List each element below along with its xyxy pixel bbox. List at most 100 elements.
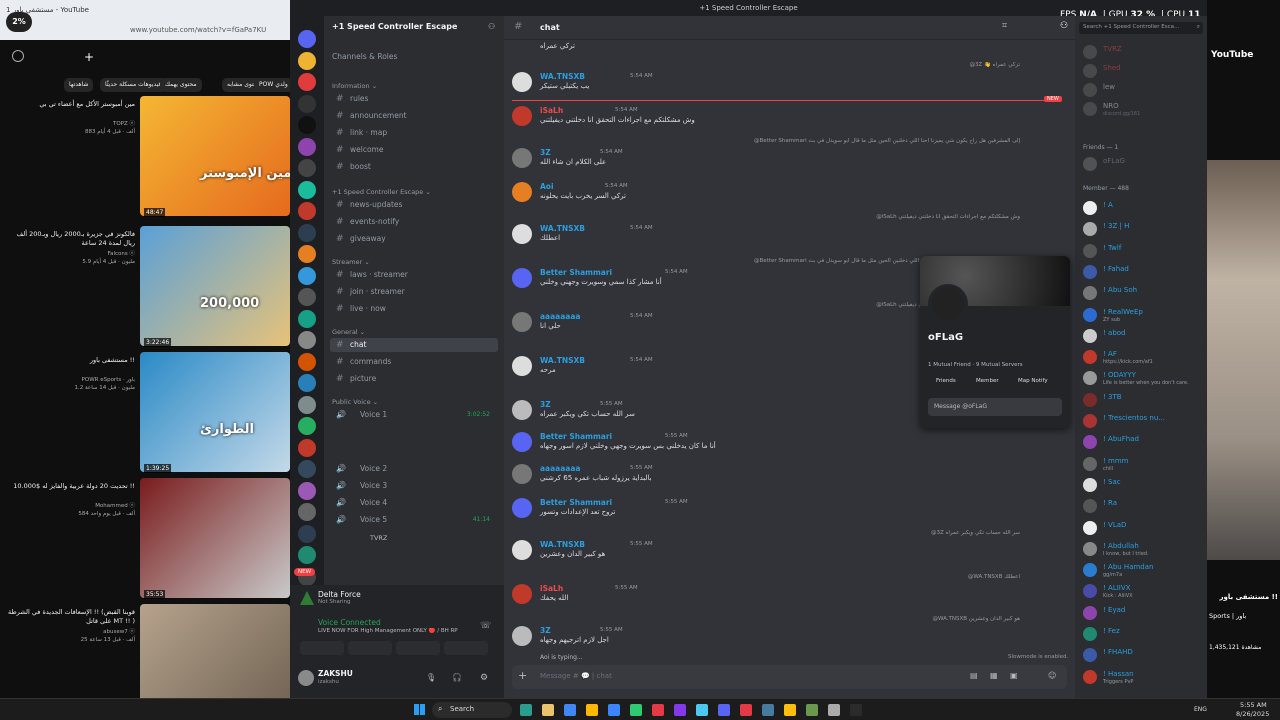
member-item[interactable]: ! Fez — [1083, 626, 1203, 644]
video-title[interactable]: تحديت 20 دولة عربية والفايز له $10.000 !… — [5, 482, 135, 491]
message-author[interactable]: WA.TNSXB — [540, 224, 585, 233]
video-thumbnail[interactable]: الطوارئ — [140, 352, 290, 472]
mic-icon[interactable]: 🎙 — [426, 673, 436, 682]
member-item[interactable]: ! Sac — [1083, 477, 1203, 495]
channel-picture[interactable]: # picture — [330, 372, 498, 386]
taskbar-app-icon[interactable] — [828, 704, 840, 716]
voice-connected-label[interactable]: Voice Connected — [318, 618, 381, 627]
user-avatar[interactable] — [512, 312, 532, 332]
channel-laws-streamer[interactable]: # laws · streamer — [330, 268, 498, 282]
yt-create-icon[interactable]: + — [84, 50, 94, 64]
member-item[interactable]: ! AbuFhad — [1083, 434, 1203, 452]
user-avatar[interactable] — [512, 584, 532, 604]
server-icon[interactable] — [298, 438, 316, 457]
video-thumbnail[interactable]: 200,000 — [140, 226, 290, 346]
channel-news-updates[interactable]: # news-updates — [330, 198, 498, 212]
channel-join-streamer[interactable]: # join · streamer — [330, 285, 498, 299]
member-item[interactable]: ! A — [1083, 200, 1203, 218]
member-item[interactable]: ! Abu Soh — [1083, 285, 1203, 303]
reply-preview[interactable]: @3Z سر الله حساب تكي ويكبر عمراه — [540, 530, 1020, 536]
voice-channel[interactable]: 🔊 Voice 5 41:14 — [330, 513, 498, 527]
message-author[interactable]: WA.TNSXB — [540, 356, 585, 365]
channel-chat[interactable]: # chat — [330, 338, 498, 352]
soundboard-button[interactable] — [444, 641, 488, 655]
voice-channel[interactable]: 🔊 Voice 1 3:02:52 — [330, 408, 498, 422]
user-avatar[interactable] — [512, 106, 532, 126]
video-thumbnail[interactable] — [140, 478, 290, 598]
reply-preview[interactable]: @iSaLh وش مشكلتكم مع اجراءات التحقق انا … — [540, 214, 1020, 220]
channel-live-now[interactable]: # live · now — [330, 302, 498, 316]
profile-message-input[interactable]: Message @oFLaG — [928, 398, 1062, 416]
clock-time[interactable]: 5:55 AM — [1240, 701, 1267, 709]
reply-preview[interactable]: @Better Shammari إلى المشرفين هل راح يكو… — [540, 138, 1020, 144]
start-icon[interactable] — [414, 704, 425, 715]
taskbar-app-icon[interactable] — [806, 704, 818, 716]
member-item[interactable]: ! Trescientos nu... — [1083, 413, 1203, 431]
channel-rules[interactable]: # rules — [330, 92, 498, 106]
yt-filter-chip[interactable]: محتوى يهمك — [160, 78, 202, 92]
channel-boost[interactable]: # boost — [330, 160, 498, 174]
server-icon[interactable] — [298, 374, 316, 392]
search-input[interactable]: Search +1 Speed Controller Esca... ⌕ — [1079, 22, 1203, 34]
message-author[interactable]: Aoi — [540, 182, 554, 191]
member-item[interactable]: Shed — [1083, 63, 1203, 81]
member-item[interactable]: ! Eyad — [1083, 605, 1203, 623]
taskbar-app-icon[interactable] — [608, 704, 620, 716]
message-author[interactable]: iSaLh — [540, 106, 563, 115]
yt-filter-chip[interactable]: شاهدتها — [64, 78, 94, 92]
server-icon[interactable] — [298, 116, 316, 134]
channel-commands[interactable]: # commands — [330, 355, 498, 369]
taskbar-app-icon[interactable] — [784, 704, 796, 716]
server-icon[interactable] — [298, 180, 316, 199]
member-item[interactable]: TVRZ — [1083, 44, 1203, 62]
reply-preview[interactable]: @WA.TNSXB هو كبير الدان وعشرين — [540, 616, 1020, 622]
attach-plus-icon[interactable]: + — [518, 669, 527, 682]
lang-indicator[interactable]: ENG — [1194, 706, 1207, 713]
server-icon[interactable] — [298, 245, 316, 263]
server-icon[interactable] — [298, 503, 316, 521]
video-title[interactable]: مستشفى باور !! — [5, 356, 135, 365]
video-channel[interactable]: POWR eSports · باور — [5, 376, 135, 384]
message-author[interactable]: WA.TNSXB — [540, 540, 585, 549]
member-item[interactable]: ! Hassan Triggers PvP — [1083, 669, 1203, 687]
video-title[interactable]: مين أمبوستر الأكل مع أعضاء تي بي — [5, 100, 135, 109]
user-avatar[interactable] — [512, 498, 532, 518]
member-item[interactable]: lew — [1083, 82, 1203, 100]
video-thumbnail[interactable]: مين الإمبوستر! — [140, 96, 290, 216]
server-icon[interactable] — [298, 30, 316, 48]
profile-mutuals[interactable]: 1 Mutual Friend · 9 Mutual Servers — [928, 362, 1023, 368]
channel-giveaway[interactable]: # giveaway — [330, 232, 498, 246]
user-avatar[interactable] — [512, 540, 532, 560]
taskbar-search[interactable]: ⌕ Search — [432, 702, 512, 718]
server-icon[interactable] — [298, 331, 316, 349]
screenshare-button[interactable] — [348, 641, 392, 655]
video-title[interactable]: فالكونز في جزيرة بـ2000 ريال وبـ200 ألف … — [5, 230, 135, 248]
user-avatar[interactable] — [298, 670, 314, 686]
settings-gear-icon[interactable]: ⚙ — [480, 673, 488, 683]
members-icon[interactable]: ⚇ — [1060, 21, 1068, 31]
taskbar-app-icon[interactable] — [630, 704, 642, 716]
channel-announcement[interactable]: # announcement — [330, 109, 498, 123]
taskbar-app-icon[interactable] — [520, 704, 532, 716]
server-icon[interactable] — [298, 266, 316, 285]
taskbar-app-icon[interactable] — [586, 704, 598, 716]
video-title[interactable]: الإسعافات الجديدة في الشرطة !! (قوبنا ال… — [5, 608, 135, 626]
yt-search-icon[interactable] — [12, 50, 24, 62]
voice-channel[interactable]: 🔊 Voice 4 — [330, 496, 498, 510]
taskbar-app-icon[interactable] — [542, 704, 554, 716]
server-icon[interactable] — [298, 223, 316, 242]
member-item[interactable]: ! 3TB — [1083, 392, 1203, 410]
member-item[interactable]: ! Ra — [1083, 498, 1203, 516]
user-avatar[interactable] — [512, 626, 532, 646]
channel-events-notify[interactable]: # events-notify — [330, 215, 498, 229]
message-author[interactable]: aaaaaaaa — [540, 464, 581, 473]
server-icon[interactable] — [298, 137, 316, 156]
voice-channel[interactable]: 🔊 Voice 3 — [330, 479, 498, 493]
member-item[interactable]: ! ODAYYY Life is better when you don't ca… — [1083, 370, 1203, 388]
user-avatar[interactable] — [512, 224, 532, 244]
clock-date[interactable]: 8/26/2025 — [1236, 710, 1269, 718]
yt-right-video[interactable] — [1207, 160, 1280, 560]
user-avatar[interactable] — [512, 182, 532, 202]
sticker-icon[interactable]: ▣ — [1010, 671, 1018, 680]
server-icon[interactable] — [298, 352, 316, 371]
